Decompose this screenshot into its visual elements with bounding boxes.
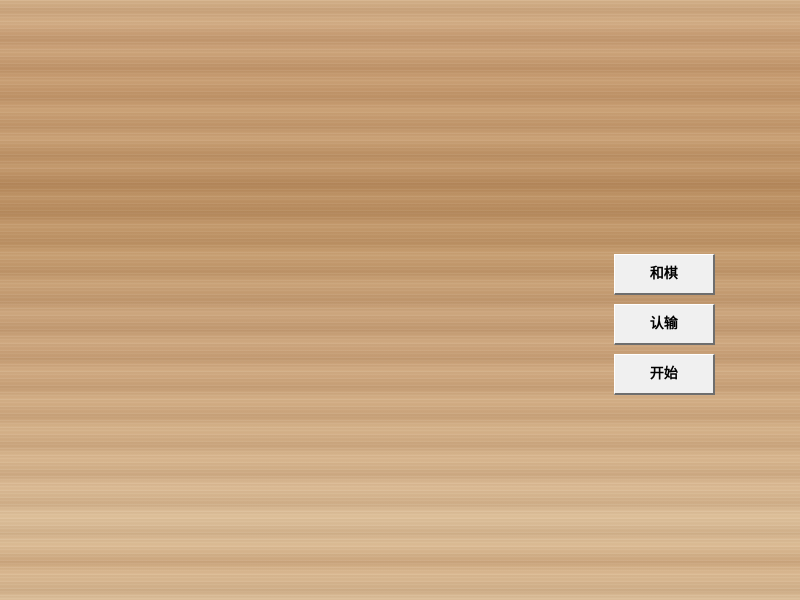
draw-button[interactable]: 和棋 [614, 254, 715, 295]
resign-button[interactable]: 认输 [614, 304, 715, 345]
game-control-panel: 和棋 认输 开始 [614, 254, 715, 404]
start-button[interactable]: 开始 [614, 354, 715, 395]
